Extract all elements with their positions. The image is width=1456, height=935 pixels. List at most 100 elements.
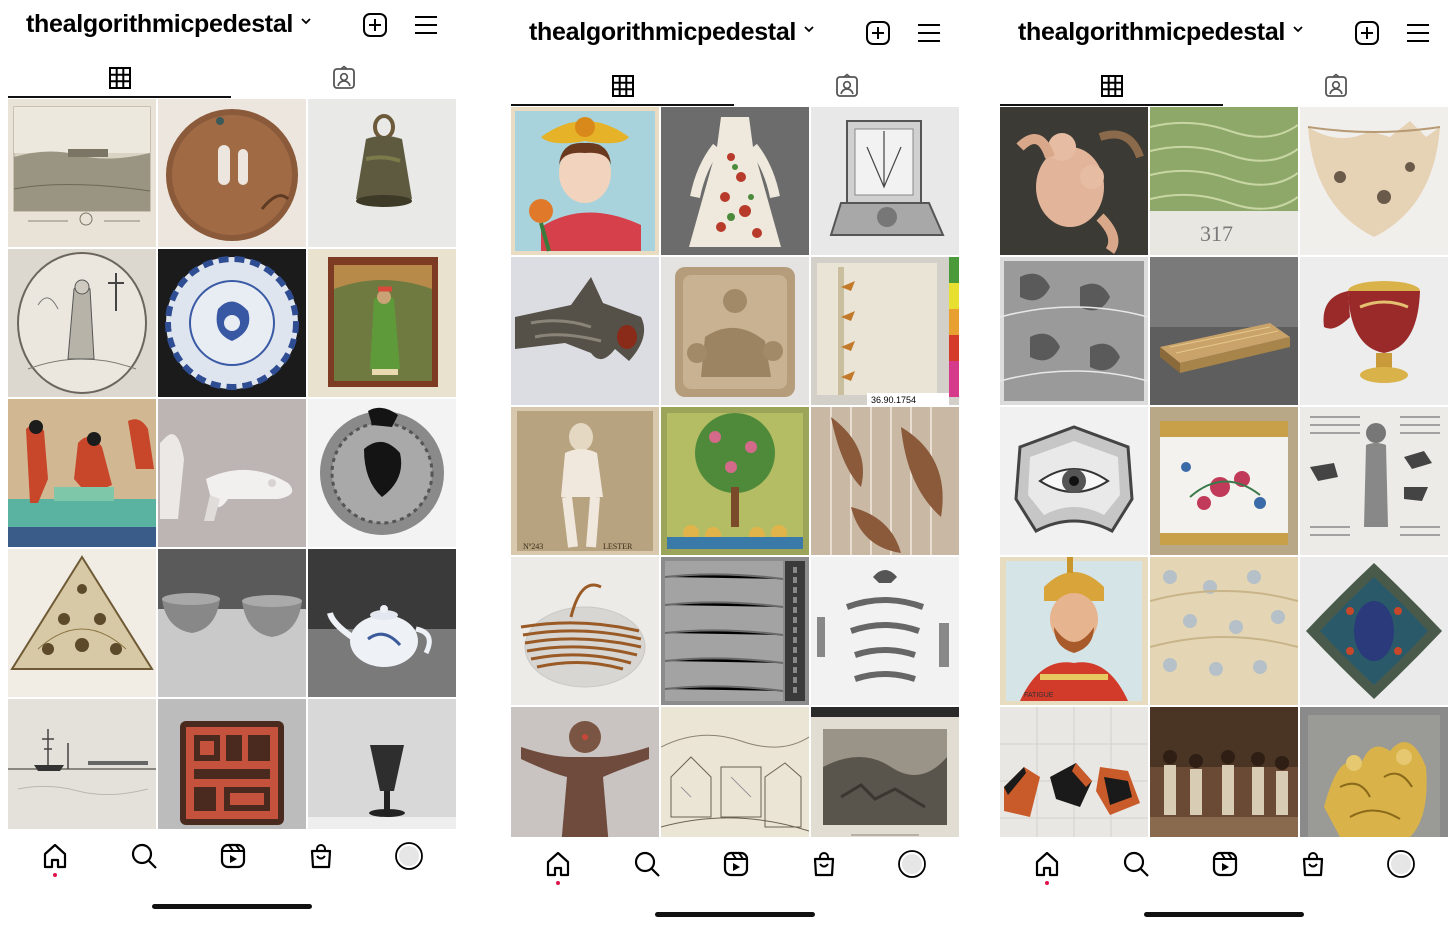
profile-header: thealgorithmicpedestal: [511, 8, 959, 62]
post-painted-pot[interactable]: [1150, 407, 1298, 555]
post-stone-texture[interactable]: [661, 557, 809, 705]
post-porcelain-teapot[interactable]: [308, 549, 456, 697]
profile-tabs: [1000, 66, 1448, 108]
post-embroidered-textile[interactable]: [8, 549, 156, 697]
reels-icon[interactable]: [1210, 849, 1240, 879]
home-icon[interactable]: [1032, 849, 1062, 879]
menu-icon[interactable]: [411, 10, 441, 40]
post-putti-sculpture[interactable]: [1000, 107, 1148, 255]
chevron-down-icon[interactable]: [1291, 22, 1305, 36]
accession-label: 36.90.1754: [871, 395, 916, 405]
shop-icon[interactable]: [809, 849, 839, 879]
photo-caption: Nº243: [523, 542, 543, 551]
post-harbor-etching[interactable]: [8, 699, 156, 829]
post-landscape-print[interactable]: [8, 99, 156, 247]
tab-tagged[interactable]: [735, 66, 959, 106]
create-post-icon[interactable]: [360, 10, 390, 40]
search-icon[interactable]: [632, 849, 662, 879]
shop-icon[interactable]: [1298, 849, 1328, 879]
chevron-down-icon[interactable]: [802, 22, 816, 36]
profile-tabs: [511, 66, 959, 108]
bottom-nav: [8, 835, 456, 877]
post-vintage-photo[interactable]: Nº243 LESTER: [511, 407, 659, 555]
home-indicator: [655, 912, 815, 917]
post-embroidered-dress[interactable]: [661, 107, 809, 255]
post-ornament-fragments[interactable]: [811, 557, 959, 705]
create-post-icon[interactable]: [863, 18, 893, 48]
home-icon[interactable]: [543, 849, 573, 879]
post-red-seal[interactable]: [158, 699, 306, 829]
post-gold-case[interactable]: [1150, 257, 1298, 405]
grid-icon: [612, 75, 634, 97]
profile-icon[interactable]: [394, 841, 424, 871]
username-switcher[interactable]: thealgorithmicpedestal: [529, 18, 796, 47]
post-clay-figure[interactable]: [511, 707, 659, 837]
profile-icon[interactable]: [897, 849, 927, 879]
post-enamel-plaque[interactable]: [1300, 557, 1448, 705]
active-nav-dot: [556, 881, 560, 885]
post-clay-seal[interactable]: [308, 399, 456, 547]
post-newspaper-page[interactable]: [1300, 407, 1448, 555]
card-caption: FATIGUE: [1024, 692, 1054, 699]
post-rock-photograph[interactable]: [811, 707, 959, 837]
post-glass-goblet[interactable]: [308, 699, 456, 829]
active-tab-underline: [1000, 104, 1223, 106]
post-raffia-bundle[interactable]: [511, 557, 659, 705]
post-eye-miniature[interactable]: [1000, 407, 1148, 555]
chevron-down-icon[interactable]: [299, 14, 313, 28]
post-gold-relief[interactable]: [1300, 707, 1448, 837]
post-sketch-drawing[interactable]: [661, 707, 809, 837]
post-grid: 317 FATIGUE: [1000, 107, 1448, 837]
post-fabric-swatch[interactable]: 36.90.1754: [811, 257, 959, 405]
post-indian-miniature[interactable]: [308, 249, 456, 397]
menu-icon[interactable]: [914, 18, 944, 48]
post-floral-fabric[interactable]: [1150, 557, 1298, 705]
profile-header: thealgorithmicpedestal: [8, 0, 456, 54]
create-post-icon[interactable]: [1352, 18, 1382, 48]
home-indicator: [1144, 912, 1304, 917]
post-soldier-card[interactable]: FATIGUE: [1000, 557, 1148, 705]
post-flower-woman-card[interactable]: [511, 107, 659, 255]
tab-grid[interactable]: [1000, 66, 1224, 106]
post-blue-white-dish[interactable]: [158, 249, 306, 397]
username-switcher[interactable]: thealgorithmicpedestal: [26, 10, 293, 39]
search-icon[interactable]: [129, 841, 159, 871]
menu-icon[interactable]: [1403, 18, 1433, 48]
post-bronze-bell[interactable]: [308, 99, 456, 247]
post-egyptian-mural[interactable]: [8, 399, 156, 547]
post-group-photograph[interactable]: [1150, 707, 1298, 837]
tab-tagged[interactable]: [1224, 66, 1448, 106]
shop-icon[interactable]: [306, 841, 336, 871]
post-pottery-shards[interactable]: [1000, 707, 1148, 837]
post-stone-relief[interactable]: [661, 257, 809, 405]
post-sundial[interactable]: [811, 107, 959, 255]
post-saint-engraving[interactable]: [8, 249, 156, 397]
username-switcher[interactable]: thealgorithmicpedestal: [1018, 18, 1285, 47]
reels-icon[interactable]: [218, 841, 248, 871]
search-icon[interactable]: [1121, 849, 1151, 879]
post-green-textile[interactable]: 317: [1150, 107, 1298, 255]
profile-tabs: [8, 58, 456, 100]
active-tab-underline: [511, 104, 734, 106]
tagged-icon: [333, 65, 355, 89]
post-white-shoes[interactable]: [158, 399, 306, 547]
post-grey-bowls[interactable]: [158, 549, 306, 697]
home-icon[interactable]: [40, 841, 70, 871]
post-leaf-textile[interactable]: [811, 407, 959, 555]
post-bronze-tsuba[interactable]: [158, 99, 306, 247]
tab-grid[interactable]: [8, 58, 232, 98]
tab-grid[interactable]: [511, 66, 735, 106]
profile-icon[interactable]: [1386, 849, 1416, 879]
post-enamel-cup[interactable]: [1300, 257, 1448, 405]
post-broken-pot[interactable]: [1300, 107, 1448, 255]
tagged-icon: [1325, 73, 1347, 97]
post-tree-painting[interactable]: [661, 407, 809, 555]
catalog-number: 317: [1200, 221, 1233, 246]
tab-tagged[interactable]: [232, 58, 456, 98]
grid-icon: [1101, 75, 1123, 97]
post-lace-pattern[interactable]: [1000, 257, 1148, 405]
post-metal-bird-fibula[interactable]: [511, 257, 659, 405]
photo-caption-2: LESTER: [603, 542, 633, 551]
reels-icon[interactable]: [721, 849, 751, 879]
home-indicator: [152, 904, 312, 909]
